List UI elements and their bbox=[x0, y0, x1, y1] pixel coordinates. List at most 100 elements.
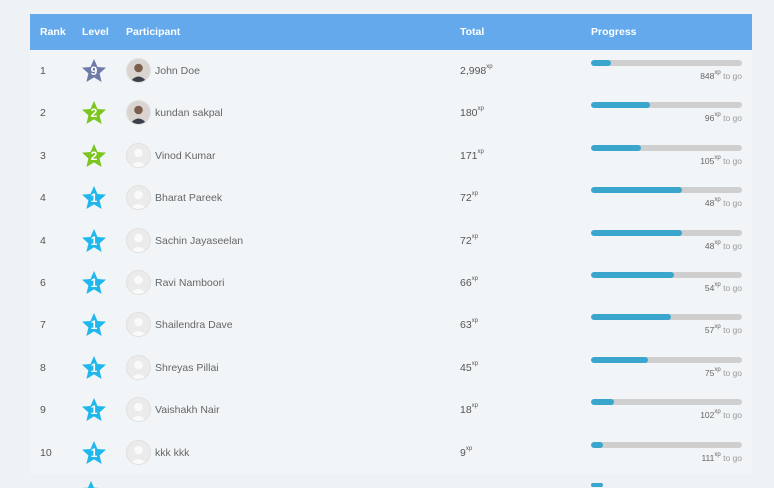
avatar[interactable] bbox=[126, 142, 151, 168]
total-points: 66xp bbox=[460, 275, 479, 289]
table-row[interactable]: 2 2 kundan sakpal 180xp 96xp to go bbox=[30, 92, 752, 134]
level-badge: 9 bbox=[81, 58, 107, 84]
header-progress: Progress bbox=[591, 26, 637, 38]
rank-value: 7 bbox=[40, 319, 46, 332]
avatar[interactable] bbox=[126, 185, 151, 211]
progress-bar bbox=[591, 314, 742, 321]
level-badge: 1 bbox=[81, 228, 107, 254]
rank-value: 8 bbox=[40, 361, 46, 374]
avatar[interactable] bbox=[126, 397, 151, 423]
points-to-go: 848xp to go bbox=[700, 70, 742, 81]
level-badge: 1 bbox=[81, 270, 107, 296]
table-row[interactable]: 4 1 Bharat Pareek 72xp 48xp to go bbox=[30, 177, 752, 219]
points-to-go: 54xp to go bbox=[704, 281, 742, 293]
progress-bar bbox=[591, 441, 742, 448]
avatar[interactable] bbox=[126, 439, 151, 465]
total-points: 18xp bbox=[460, 403, 479, 417]
participant-name[interactable]: kkk kkk bbox=[155, 447, 189, 459]
total-points: 2,998xp bbox=[460, 64, 493, 77]
table-row[interactable]: 4 1 Sachin Jayaseelan 72xp 48xp to go bbox=[30, 220, 752, 262]
level-badge: 2 bbox=[81, 143, 107, 169]
progress-bar bbox=[591, 229, 742, 236]
progress-fill bbox=[591, 229, 682, 236]
level-value: 2 bbox=[90, 106, 98, 121]
avatar[interactable] bbox=[126, 227, 151, 253]
progress-fill bbox=[591, 441, 604, 448]
avatar[interactable] bbox=[126, 100, 151, 126]
leaderboard-table: Rank Level Participant Total Progress 1 … bbox=[30, 14, 752, 474]
points-to-go: 48xp to go bbox=[704, 197, 742, 209]
participant-name[interactable]: Sachin Jayaseelan bbox=[155, 235, 243, 247]
rank-value: 2 bbox=[40, 107, 46, 120]
level-badge: 1 bbox=[81, 440, 107, 466]
level-value: 1 bbox=[90, 360, 98, 375]
participant-name[interactable]: Vaishakh Nair bbox=[155, 404, 220, 416]
progress-fill bbox=[591, 483, 603, 487]
table-body: 1 9 John Doe 2,998xp 848xp to go 2 2 kun… bbox=[30, 50, 752, 474]
participant-name[interactable]: Shreyas Pillai bbox=[155, 362, 219, 374]
progress-bar bbox=[591, 356, 742, 363]
progress-fill bbox=[591, 399, 614, 406]
total-points: 72xp bbox=[460, 191, 479, 205]
level-value: 1 bbox=[90, 233, 98, 248]
points-to-go: 102xp to go bbox=[700, 409, 742, 421]
table-row[interactable]: 10 1 kkk kkk 9xp 111xp to go bbox=[30, 432, 752, 474]
total-points: 171xp bbox=[460, 148, 484, 162]
progress-fill bbox=[591, 144, 641, 151]
level-value: 2 bbox=[90, 148, 98, 163]
rank-value: 4 bbox=[40, 192, 46, 205]
progress-bar bbox=[591, 399, 742, 406]
rank-value: 9 bbox=[40, 404, 46, 417]
avatar[interactable] bbox=[126, 269, 151, 295]
participant-name[interactable]: Bharat Pareek bbox=[155, 192, 222, 204]
total-points: 63xp bbox=[460, 318, 479, 332]
avatar[interactable] bbox=[126, 312, 151, 338]
rank-value: 10 bbox=[40, 446, 52, 459]
level-value: 9 bbox=[90, 64, 98, 78]
progress-bar bbox=[591, 271, 742, 278]
rank-value: 3 bbox=[40, 149, 46, 162]
level-value: 1 bbox=[90, 403, 98, 418]
table-row[interactable]: 1 9 John Doe 2,998xp 848xp to go bbox=[30, 50, 752, 92]
rank-value: 1 bbox=[40, 65, 46, 77]
progress-fill bbox=[591, 60, 611, 66]
points-to-go: 111xp to go bbox=[701, 451, 742, 463]
table-row[interactable]: 3 2 Vinod Kumar 171xp 105xp to go bbox=[30, 135, 752, 177]
total-points: 72xp bbox=[460, 233, 479, 247]
table-row[interactable]: 8 1 Shreyas Pillai 45xp 75xp to go bbox=[30, 347, 752, 389]
table-row[interactable]: 9 1 Vaishakh Nair 18xp 102xp to go bbox=[30, 389, 752, 431]
progress-fill bbox=[591, 271, 675, 278]
points-to-go: 57xp to go bbox=[704, 324, 742, 336]
level-value: 1 bbox=[90, 275, 98, 290]
points-to-go: 105xp to go bbox=[700, 154, 742, 166]
level-value: 1 bbox=[90, 318, 98, 333]
rank-value: 4 bbox=[40, 234, 46, 247]
avatar[interactable] bbox=[126, 58, 151, 83]
progress-fill bbox=[591, 102, 650, 109]
table-header: Rank Level Participant Total Progress bbox=[30, 14, 752, 50]
level-badge: 1 bbox=[81, 355, 107, 381]
progress-bar bbox=[591, 102, 742, 109]
level-badge: 1 bbox=[81, 185, 107, 211]
participant-name[interactable]: kundan sakpal bbox=[155, 107, 223, 119]
progress-bar bbox=[591, 60, 742, 66]
participant-name[interactable]: Shailendra Dave bbox=[155, 319, 233, 331]
rank-value: 6 bbox=[40, 276, 46, 289]
avatar[interactable] bbox=[126, 354, 151, 380]
progress-fill bbox=[591, 314, 672, 321]
participant-name[interactable]: Ravi Namboori bbox=[155, 277, 224, 289]
table-row[interactable]: 6 1 Ravi Namboori 66xp 54xp to go bbox=[30, 262, 752, 304]
points-to-go: 96xp to go bbox=[704, 112, 742, 124]
table-row[interactable]: 7 1 Shailendra Dave 63xp 57xp to go bbox=[30, 304, 752, 346]
participant-name[interactable]: John Doe bbox=[155, 65, 200, 77]
progress-bar bbox=[591, 144, 742, 151]
progress-fill bbox=[591, 187, 682, 194]
total-points: 180xp bbox=[460, 106, 484, 120]
participant-name[interactable]: Vinod Kumar bbox=[155, 150, 216, 162]
level-badge: 2 bbox=[81, 100, 107, 126]
points-to-go: 75xp to go bbox=[704, 366, 742, 378]
progress-fill bbox=[591, 356, 649, 363]
header-level: Level bbox=[82, 26, 109, 38]
level-badge: 1 bbox=[81, 397, 107, 423]
header-rank: Rank bbox=[40, 26, 66, 38]
